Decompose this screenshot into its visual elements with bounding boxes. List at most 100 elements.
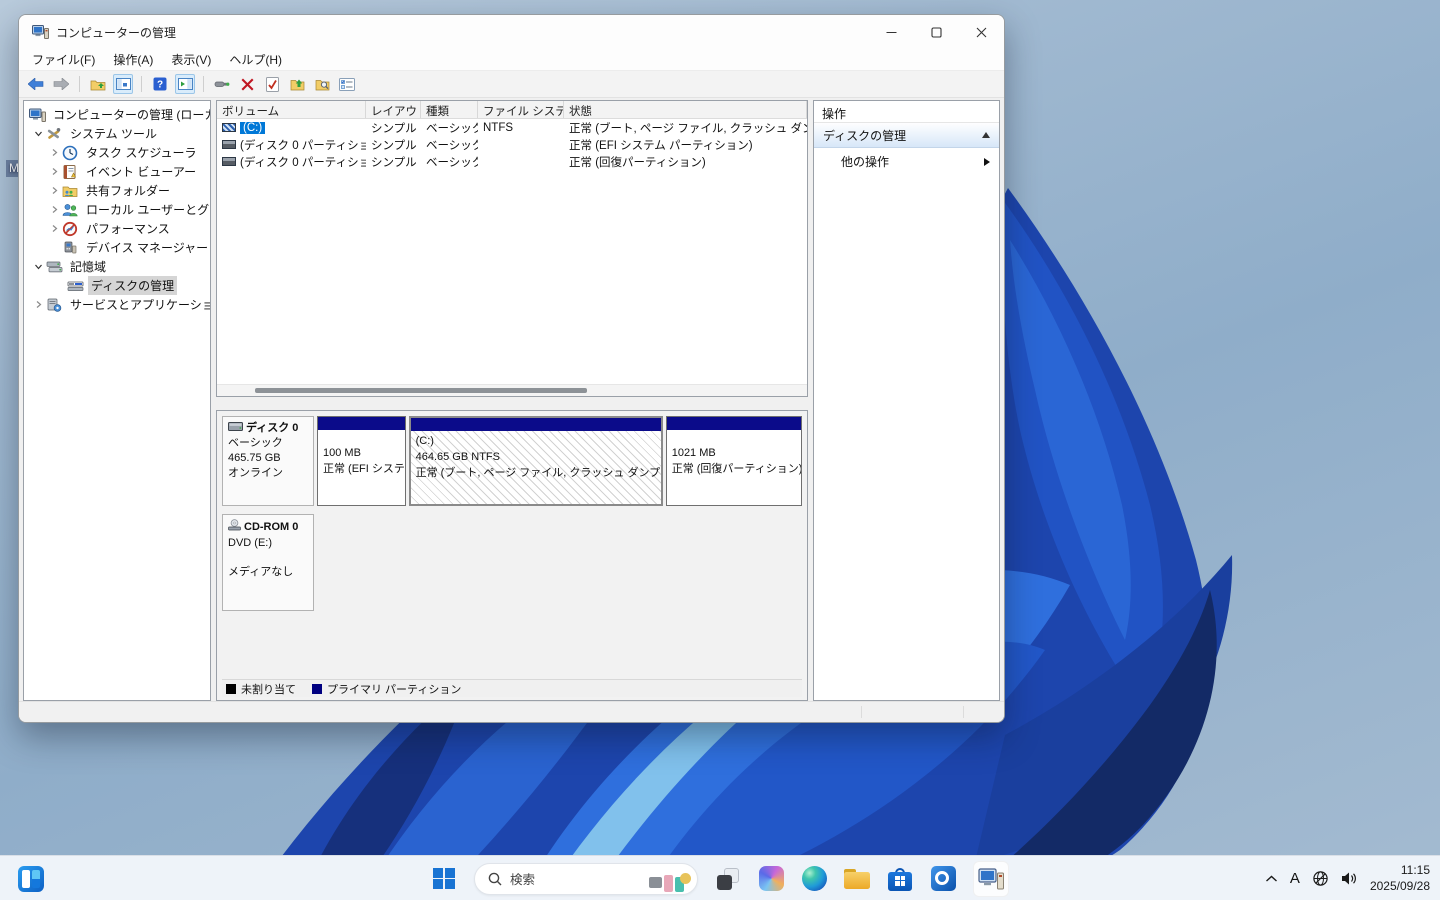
main-area: コンピューターの管理 (ローカル) システム ツール [23,100,1000,701]
tray-chevron-up-icon[interactable] [1265,875,1278,883]
context-help-button[interactable] [212,74,232,94]
collapse-arrow-icon[interactable] [982,132,990,138]
taskbar-clock[interactable]: 11:15 2025/09/28 [1370,863,1430,894]
chevron-right-icon[interactable] [47,224,62,233]
tree-item-services-and-applications[interactable]: サービスとアプリケーション [24,295,210,314]
column-header-filesystem[interactable]: ファイル システム [478,101,564,118]
toolbar: ? [19,71,1004,98]
toolbar-separator [79,76,80,92]
copilot-button[interactable] [758,866,784,892]
help-button[interactable]: ? [150,74,170,94]
chevron-right-icon[interactable] [31,300,46,309]
cdrom-label[interactable]: CD-ROM 0 DVD (E:) メディアなし [222,514,314,611]
close-button[interactable] [959,15,1004,49]
back-button[interactable] [26,74,46,94]
computer-management-app-icon [32,25,49,39]
selected-tree-label: ディスクの管理 [88,276,178,295]
shared-folder-icon [62,183,79,199]
partition-c[interactable]: (C:) 464.65 GB NTFS 正常 (ブート, ページ ファイル, ク… [408,416,663,506]
actions-header: 操作 [814,101,999,123]
delete-volume-button[interactable] [237,74,257,94]
volume-icon[interactable] [1341,871,1358,886]
volume-row-partition4[interactable]: (ディスク 0 パーティション 4) シンプル ベーシック 正常 (回復パーティ… [217,153,807,170]
console-tree: コンピューターの管理 (ローカル) システム ツール [23,100,211,701]
actions-item-more-actions[interactable]: 他の操作 [814,148,999,175]
volume-list-header: ボリューム レイアウト 種類 ファイル システム 状態 [217,101,807,119]
computer-icon [29,107,46,123]
explore-button[interactable] [312,74,332,94]
taskbar: 検索 A 11:15 2025/09/28 [0,855,1440,900]
view-options-button[interactable] [337,74,357,94]
console-tree-toggle-button[interactable] [113,74,133,94]
forward-button[interactable] [51,74,71,94]
menu-help[interactable]: ヘルプ(H) [220,49,291,70]
folder-up-button[interactable] [88,74,108,94]
center-panel: ボリューム レイアウト 種類 ファイル システム 状態 (C:) シンプル ベー… [216,100,808,701]
maximize-button[interactable] [914,15,959,49]
local-users-icon [62,202,79,218]
computer-management-icon [978,867,1004,889]
properties-button[interactable] [262,74,282,94]
windows-logo-icon [433,867,455,890]
actions-group-disk-management[interactable]: ディスクの管理 [814,123,999,148]
column-header-layout[interactable]: レイアウト [366,101,421,118]
volume-icon [222,123,236,132]
chevron-down-icon[interactable] [31,262,46,271]
partition-band [318,417,405,430]
tree-item-performance[interactable]: パフォーマンス [24,219,210,238]
task-scheduler-icon [62,145,79,161]
device-manager-icon [62,240,79,256]
tree-item-system-tools[interactable]: システム ツール [24,124,210,143]
microsoft-store-button[interactable] [887,866,913,892]
performance-icon [62,221,79,237]
volume-icon [222,157,236,166]
disk0-label[interactable]: ディスク 0 ベーシック 465.75 GB オンライン [222,416,314,506]
network-globe-icon[interactable] [1312,870,1329,887]
search-highlight-image[interactable] [649,866,691,892]
search-placeholder: 検索 [510,873,536,887]
column-header-volume[interactable]: ボリューム [217,101,366,118]
file-explorer-button[interactable] [844,866,870,892]
horizontal-scrollbar[interactable] [217,384,807,396]
services-icon [46,297,63,313]
tree-item-disk-management[interactable]: ディスクの管理 [24,276,210,295]
task-view-button[interactable] [715,866,741,892]
action-pane-toggle-button[interactable] [175,74,195,94]
start-button[interactable] [431,866,457,892]
menu-file[interactable]: ファイル(F) [23,49,104,70]
titlebar[interactable]: コンピューターの管理 [19,15,1004,49]
tree-item-device-manager[interactable]: デバイス マネージャー [24,238,210,257]
partition-recovery[interactable]: 1021 MB 正常 (回復パーティション) [665,416,802,506]
file-explorer-icon [844,868,870,889]
menu-view[interactable]: 表示(V) [162,49,220,70]
refresh-button[interactable] [287,74,307,94]
computer-management-taskbar-button[interactable] [973,860,1009,897]
cd-icon [228,519,241,536]
edge-button[interactable] [801,866,827,892]
ime-indicator[interactable]: A [1290,870,1300,887]
chevron-right-icon[interactable] [47,186,62,195]
chevron-right-icon[interactable] [47,148,62,157]
chevron-down-icon[interactable] [31,129,46,138]
volume-row-partition1[interactable]: (ディスク 0 パーティション 1) シンプル ベーシック 正常 (EFI シス… [217,136,807,153]
volume-row-c[interactable]: (C:) シンプル ベーシック NTFS 正常 (ブート, ページ ファイル, … [217,119,807,136]
tree-item-event-viewer[interactable]: イベント ビューアー [24,162,210,181]
submenu-arrow-icon [984,157,990,166]
desktop: M コンピューターの管理 ファイル(F) 操作(A) 表示(V) ヘルプ(H) … [0,0,1440,900]
outlook-button[interactable] [930,866,956,892]
tree-item-storage[interactable]: 記憶域 [24,257,210,276]
scrollbar-thumb[interactable] [255,388,587,393]
chevron-right-icon[interactable] [47,167,62,176]
menu-action[interactable]: 操作(A) [104,49,162,70]
partition-efi[interactable]: 100 MB 正常 (EFI システム パーティション) [317,416,406,506]
chevron-right-icon[interactable] [47,205,62,214]
tree-item-shared-folders[interactable]: 共有フォルダー [24,181,210,200]
taskbar-search[interactable]: 検索 [474,862,698,895]
tree-item-local-users-and-groups[interactable]: ローカル ユーザーとグループ [24,200,210,219]
legend-unallocated-swatch [226,683,236,694]
tree-item-computer-management[interactable]: コンピューターの管理 (ローカル) [24,105,210,124]
tree-item-task-scheduler[interactable]: タスク スケジューラ [24,143,210,162]
minimize-button[interactable] [869,15,914,49]
column-header-status[interactable]: 状態 [564,101,807,118]
column-header-type[interactable]: 種類 [421,101,478,118]
